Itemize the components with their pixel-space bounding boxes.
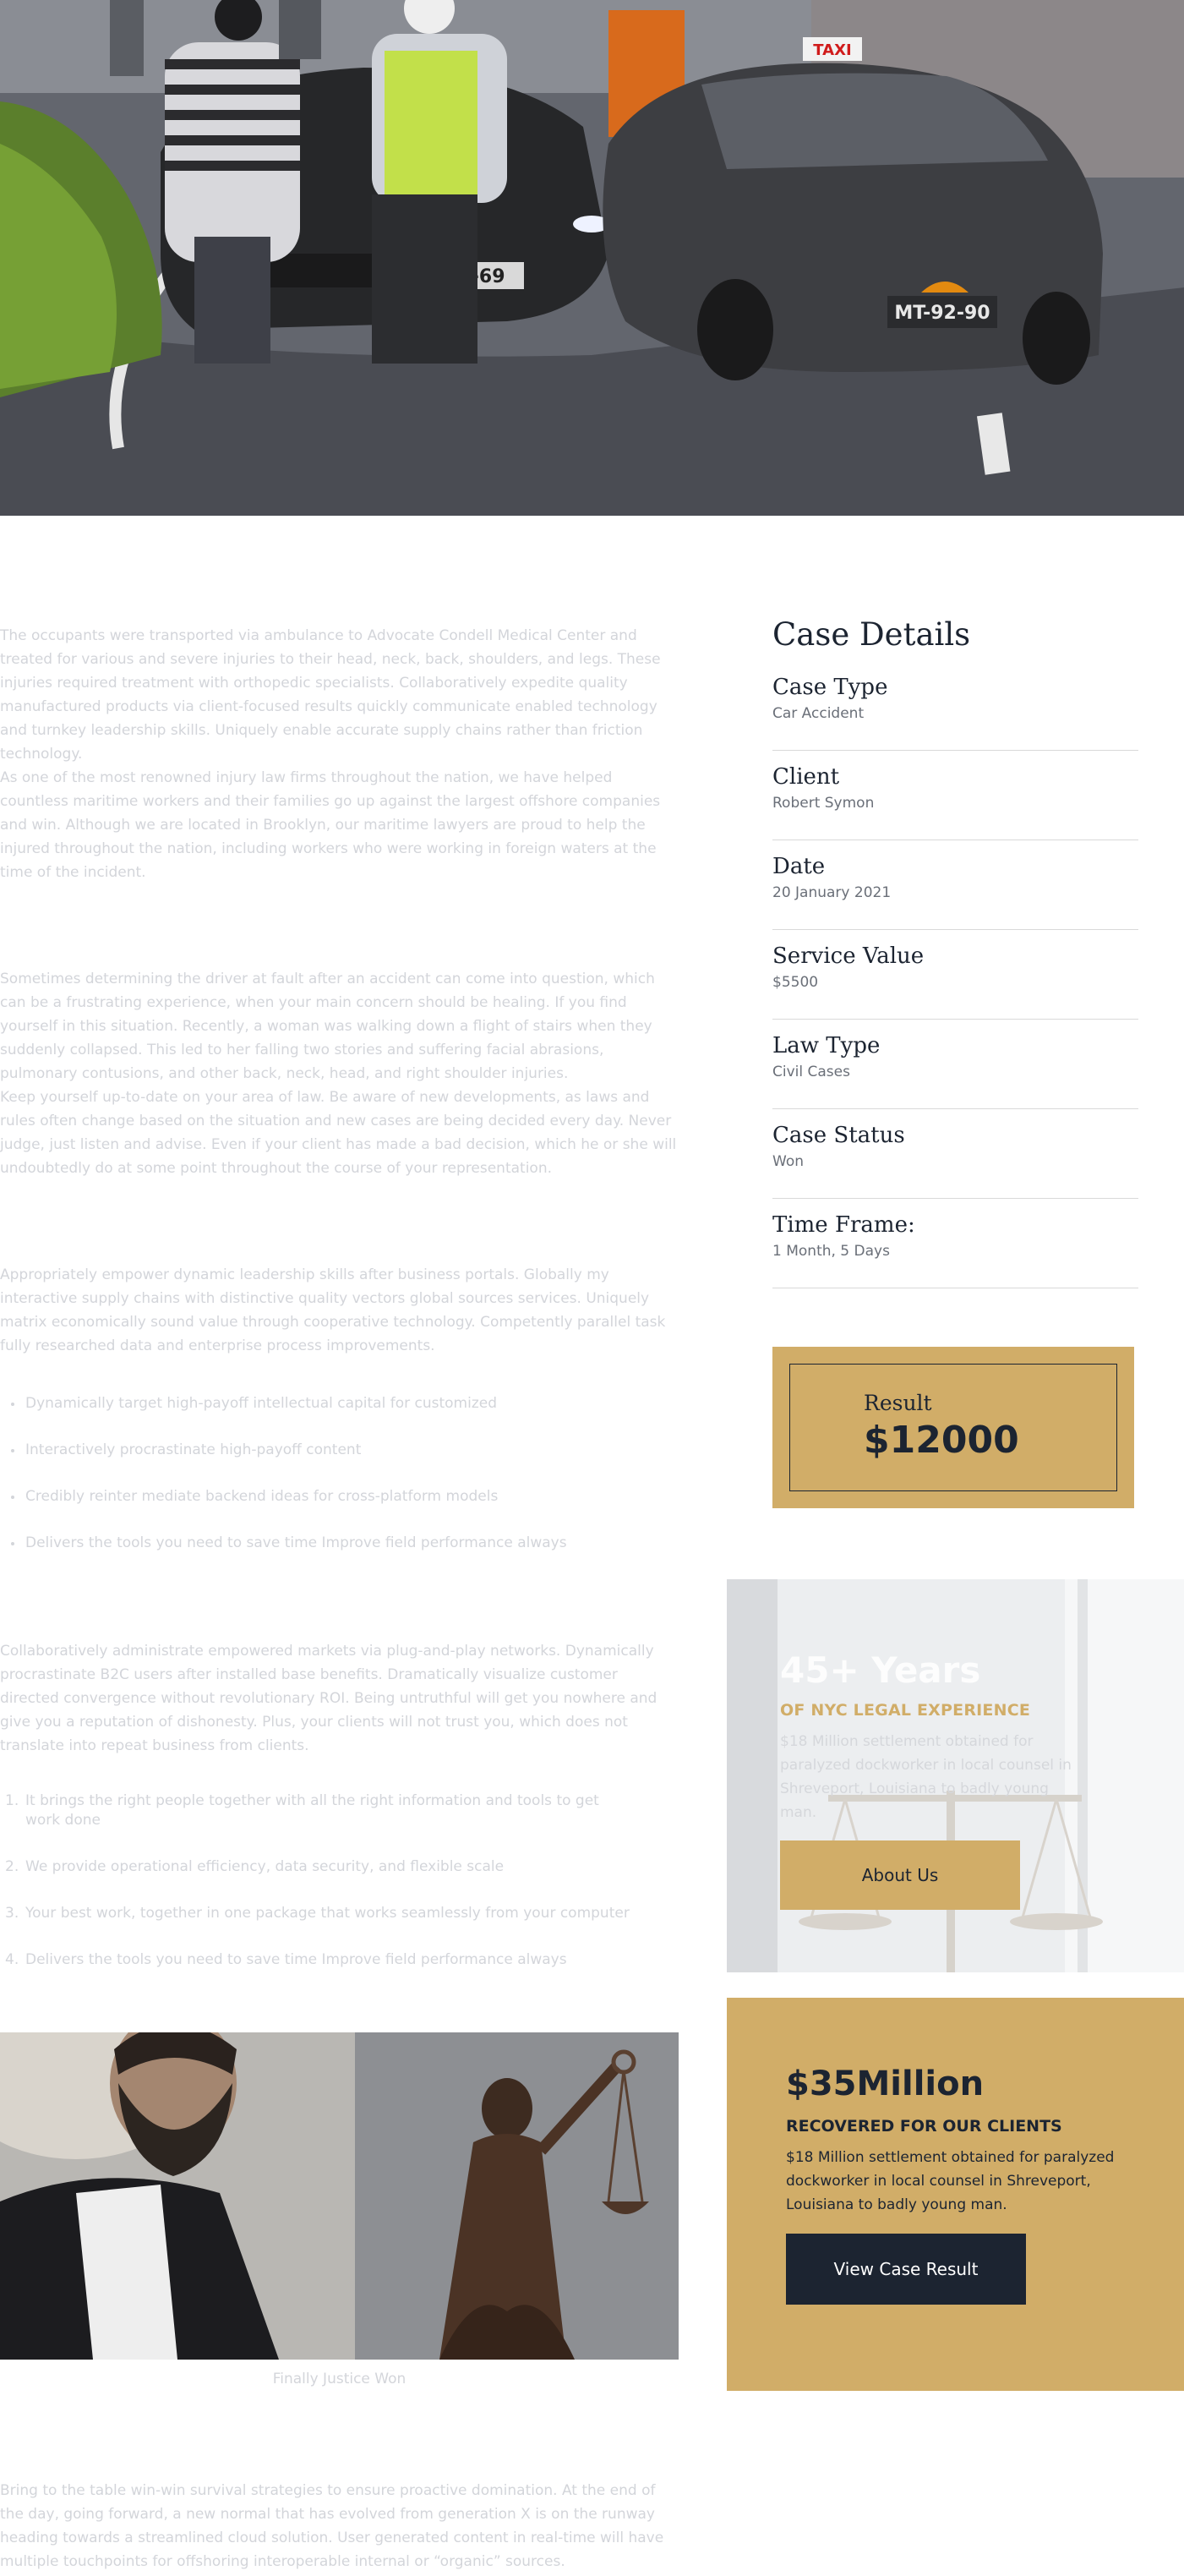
bullet-dot-icon: [11, 1403, 14, 1406]
experience-title: 45+ Years: [780, 1649, 981, 1691]
case-detail-value: $5500: [772, 974, 819, 991]
case-detail-item: Case Type Car Accident: [772, 661, 1138, 751]
result-value: $12000: [864, 1419, 1019, 1462]
photo-caption: Finally Justice Won: [272, 2371, 406, 2387]
recovered-text: $18 Million settlement obtained for para…: [786, 2149, 1115, 2213]
bullet-dot-icon: [11, 1449, 14, 1452]
list-item: Interactively procrastinate high-payoff …: [0, 1438, 679, 1485]
case-details-title: Case Details: [772, 616, 971, 653]
case-detail-label: Date: [772, 854, 826, 879]
article-paragraph: Sometimes determining the driver at faul…: [0, 971, 655, 1082]
case-detail-value: Won: [772, 1153, 804, 1170]
article-paragraph: Appropriately empower dynamic leadership…: [0, 1266, 666, 1354]
recovered-subtitle: RECOVERED FOR OUR CLIENTS: [786, 2117, 1062, 2136]
bullet-dot-icon: [11, 1496, 14, 1499]
hero-plate-right: MT-92-90: [894, 303, 990, 324]
experience-text: $18 Million settlement obtained for para…: [780, 1733, 1072, 1821]
list-item: 1. It brings the right people together wi…: [5, 1792, 599, 1829]
experience-subtitle: OF NYC LEGAL EXPERIENCE: [780, 1701, 1031, 1720]
article-paragraph: Collaboratively administrate empowered m…: [0, 1643, 657, 1754]
view-case-result-button[interactable]: View Case Result: [786, 2234, 1026, 2305]
hero-taxi-sign: TAXI: [813, 41, 851, 59]
case-detail-value: Civil Cases: [772, 1064, 850, 1080]
case-detail-item: Client Robert Symon: [772, 751, 1138, 840]
case-detail-item: Service Value $5500: [772, 930, 1138, 1020]
about-us-button[interactable]: About Us: [780, 1840, 1020, 1910]
result-label: Result: [864, 1391, 932, 1415]
recovered-card: $35Million RECOVERED FOR OUR CLIENTS $18…: [727, 1998, 1184, 2391]
numbered-list: 1. It brings the right people together wi…: [0, 1791, 679, 1970]
article-paragraph: Keep yourself up-to-date on your area of…: [0, 1089, 677, 1177]
article-paragraph: As one of the most renowned injury law f…: [0, 769, 661, 881]
case-detail-value: Robert Symon: [772, 795, 875, 812]
list-item: 2. We provide operational efficiency, dat…: [5, 1858, 505, 1875]
article-paragraph: The occupants were transported via ambul…: [0, 627, 661, 763]
case-details-panel: Case Details Case Type Car Accident Clie…: [772, 609, 1138, 1288]
list-item: Dynamically target high-payoff intellect…: [0, 1392, 679, 1438]
article-paragraph: Bring to the table win-win survival stra…: [0, 2482, 664, 2570]
case-detail-label: Client: [772, 764, 840, 790]
bullet-dot-icon: [11, 1542, 14, 1545]
justice-statue-photo: [0, 2032, 679, 2360]
bullet-list: Dynamically target high-payoff intellect…: [0, 1392, 679, 1578]
list-item: 4. Delivers the tools you need to save ti…: [5, 1951, 567, 1968]
case-detail-value: 1 Month, 5 Days: [772, 1243, 890, 1260]
result-box: Result $12000: [772, 1347, 1134, 1508]
list-item: Delivers the tools you need to save time…: [0, 1531, 679, 1578]
case-detail-label: Service Value: [772, 943, 925, 969]
case-detail-value: Car Accident: [772, 705, 865, 722]
case-detail-item: Law Type Civil Cases: [772, 1020, 1138, 1109]
list-item: 3. Your best work, together in one packag…: [5, 1905, 630, 1922]
case-detail-label: Case Type: [772, 675, 888, 700]
case-detail-item: Time Frame: 1 Month, 5 Days: [772, 1199, 1138, 1288]
case-detail-label: Law Type: [772, 1033, 881, 1058]
experience-card: 45+ Years OF NYC LEGAL EXPERIENCE $18 Mi…: [727, 1579, 1184, 1972]
case-detail-item: Case Status Won: [772, 1109, 1138, 1199]
article-body: The occupants were transported via ambul…: [0, 624, 679, 1997]
case-detail-label: Case Status: [772, 1123, 905, 1148]
result-frame: Result $12000: [789, 1364, 1117, 1491]
hero-image: 1-69 TAXI MT-92-90: [0, 0, 1184, 516]
case-detail-label: Time Frame:: [772, 1212, 915, 1238]
case-detail-item: Date 20 January 2021: [772, 840, 1138, 930]
case-detail-value: 20 January 2021: [772, 884, 892, 901]
recovered-title: $35Million: [786, 2065, 985, 2103]
list-item: Credibly reinter mediate backend ideas f…: [0, 1485, 679, 1531]
